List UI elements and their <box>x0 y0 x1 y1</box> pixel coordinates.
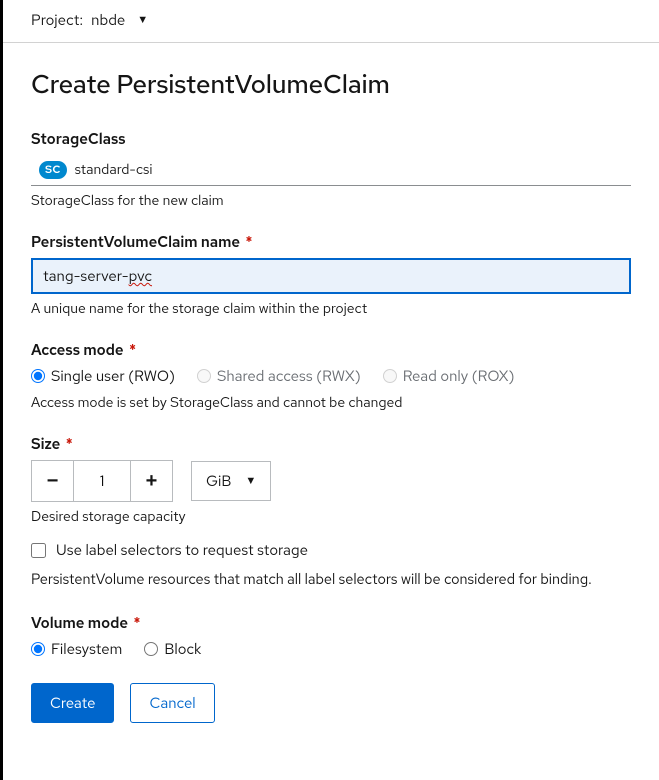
pvc-name-helper: A unique name for the storage claim with… <box>31 300 631 318</box>
storageclass-dropdown[interactable]: SC standard-csi <box>31 155 631 186</box>
storageclass-field: StorageClass SC standard-csi StorageClas… <box>31 129 631 210</box>
form: Create PersistentVolumeClaim StorageClas… <box>3 43 659 743</box>
access-mode-rwx-radio <box>197 369 211 383</box>
size-unit-dropdown[interactable]: GiB ▼ <box>191 461 271 501</box>
page-title: Create PersistentVolumeClaim <box>31 67 631 101</box>
storageclass-label: StorageClass <box>31 129 631 149</box>
storageclass-badge: SC <box>39 161 67 179</box>
pvc-name-input[interactable]: tang-server-pvc <box>31 258 631 294</box>
project-label-prefix: Project: <box>31 10 83 30</box>
required-mark: * <box>133 613 140 633</box>
access-mode-rwx: Shared access (RWX) <box>197 366 361 386</box>
size-helper: Desired storage capacity <box>31 508 631 526</box>
access-mode-rwo[interactable]: Single user (RWO) <box>31 366 175 386</box>
volume-mode-filesystem[interactable]: Filesystem <box>31 639 122 659</box>
create-button[interactable]: Create <box>31 683 114 723</box>
volume-mode-filesystem-radio[interactable] <box>31 642 45 656</box>
pvc-name-label: PersistentVolumeClaim name * <box>31 232 631 252</box>
volume-mode-block[interactable]: Block <box>144 639 201 659</box>
storageclass-value: standard-csi <box>75 161 153 179</box>
volume-mode-radios: Filesystem Block <box>31 639 631 659</box>
access-mode-rwo-radio[interactable] <box>31 369 45 383</box>
size-decrement-button[interactable]: − <box>32 461 74 501</box>
access-mode-rox-radio <box>383 369 397 383</box>
volume-mode-label: Volume mode * <box>31 613 631 633</box>
required-mark: * <box>129 340 136 360</box>
pvc-name-field: PersistentVolumeClaim name * tang-server… <box>31 232 631 318</box>
access-mode-label: Access mode * <box>31 340 631 360</box>
cancel-button[interactable]: Cancel <box>130 683 214 723</box>
access-mode-helper: Access mode is set by StorageClass and c… <box>31 394 631 412</box>
access-mode-field: Access mode * Single user (RWO) Shared a… <box>31 340 631 412</box>
form-actions: Create Cancel <box>31 683 631 723</box>
access-mode-radios: Single user (RWO) Shared access (RWX) Re… <box>31 366 631 386</box>
size-spinner: − + <box>31 460 173 502</box>
access-mode-rox: Read only (ROX) <box>383 366 515 386</box>
project-name: nbde <box>91 10 125 30</box>
required-mark: * <box>245 232 252 252</box>
label-selectors-checkbox[interactable] <box>31 543 46 558</box>
label-selectors-label: Use label selectors to request storage <box>56 540 308 560</box>
required-mark: * <box>66 434 73 454</box>
size-controls: − + GiB ▼ <box>31 460 631 502</box>
size-field: Size * − + GiB ▼ Desired storage capacit… <box>31 434 631 526</box>
chevron-down-icon: ▼ <box>137 13 148 27</box>
storageclass-helper: StorageClass for the new claim <box>31 192 631 210</box>
volume-mode-field: Volume mode * Filesystem Block <box>31 613 631 659</box>
size-input[interactable] <box>74 461 130 501</box>
label-selectors-row: Use label selectors to request storage <box>31 540 631 560</box>
size-increment-button[interactable]: + <box>130 461 172 501</box>
size-label: Size * <box>31 434 631 454</box>
volume-mode-block-radio[interactable] <box>144 642 158 656</box>
chevron-down-icon: ▼ <box>245 474 256 488</box>
size-unit-value: GiB <box>206 471 231 491</box>
project-selector[interactable]: Project: nbde ▼ <box>3 0 659 43</box>
label-selectors-helper: PersistentVolume resources that match al… <box>31 570 631 589</box>
